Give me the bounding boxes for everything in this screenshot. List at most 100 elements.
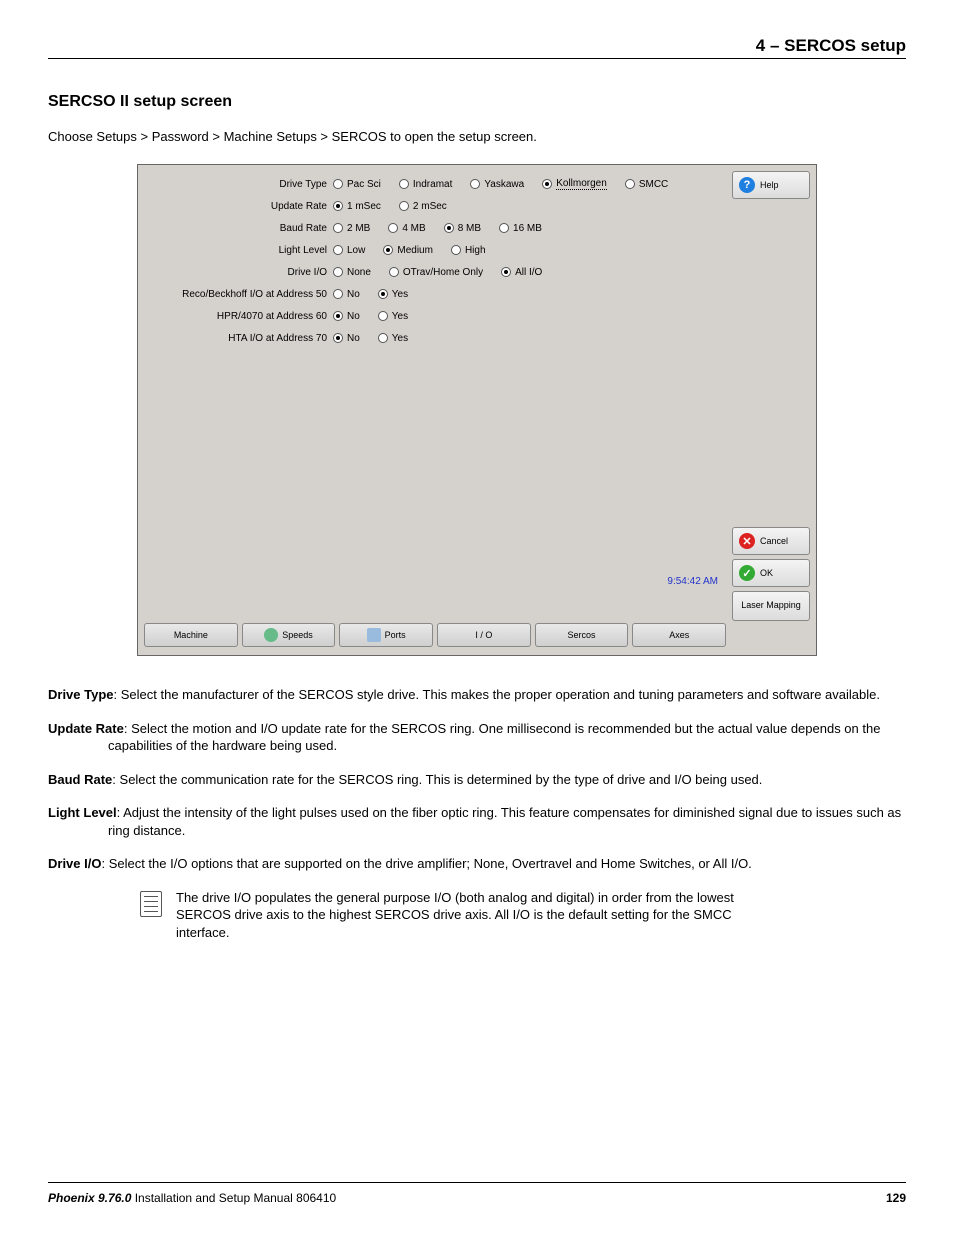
radio-label: OTrav/Home Only <box>403 267 483 278</box>
radio-label: Yaskawa <box>484 179 524 190</box>
note-block: The drive I/O populates the general purp… <box>140 889 760 942</box>
tab-bar: Machine Speeds Ports I / O Sercos Axes <box>144 623 726 647</box>
screenshot-panel: Drive TypePac SciIndramatYaskawaKollmorg… <box>137 164 817 656</box>
radio-option[interactable]: Kollmorgen <box>542 178 607 190</box>
radio-option[interactable]: High <box>451 245 486 256</box>
radio-icon <box>378 311 388 321</box>
radio-option[interactable]: 2 MB <box>333 223 370 234</box>
radio-label: All I/O <box>515 267 542 278</box>
radio-icon <box>378 289 388 299</box>
radio-option[interactable]: OTrav/Home Only <box>389 267 483 278</box>
radio-label: Yes <box>392 289 408 300</box>
tab-ports[interactable]: Ports <box>339 623 433 647</box>
tab-label: Ports <box>385 630 406 640</box>
gauge-icon <box>264 628 278 642</box>
setting-label: HTA I/O at Address 70 <box>148 333 333 344</box>
radio-icon <box>470 179 480 189</box>
definition: Update Rate: Select the motion and I/O u… <box>48 720 906 755</box>
radio-option[interactable]: No <box>333 333 360 344</box>
tab-label: Speeds <box>282 630 313 640</box>
radio-option[interactable]: None <box>333 267 371 278</box>
definition-term: Update Rate <box>48 721 124 736</box>
footer-left: Phoenix 9.76.0 Installation and Setup Ma… <box>48 1191 336 1205</box>
definition-term: Light Level <box>48 805 117 820</box>
radio-option[interactable]: Yes <box>378 289 408 300</box>
setting-label: HPR/4070 at Address 60 <box>148 311 333 322</box>
radio-icon <box>501 267 511 277</box>
radio-icon <box>542 179 552 189</box>
cancel-button[interactable]: ✕ Cancel <box>732 527 810 555</box>
radio-option[interactable]: SMCC <box>625 179 668 190</box>
radio-option[interactable]: 2 mSec <box>399 201 447 212</box>
radio-icon <box>378 333 388 343</box>
note-text: The drive I/O populates the general purp… <box>176 889 760 942</box>
radio-option[interactable]: Medium <box>383 245 433 256</box>
tab-io[interactable]: I / O <box>437 623 531 647</box>
radio-label: Yes <box>392 311 408 322</box>
radio-label: No <box>347 289 360 300</box>
radio-option[interactable]: 1 mSec <box>333 201 381 212</box>
clock: 9:54:42 AM <box>667 576 718 587</box>
radio-option[interactable]: No <box>333 311 360 322</box>
setting-label: Drive I/O <box>148 267 333 278</box>
radio-option[interactable]: 8 MB <box>444 223 481 234</box>
radio-label: 1 mSec <box>347 201 381 212</box>
ok-button[interactable]: ✓ OK <box>732 559 810 587</box>
radio-option[interactable]: Yaskawa <box>470 179 524 190</box>
cancel-label: Cancel <box>760 536 788 546</box>
tab-axes[interactable]: Axes <box>632 623 726 647</box>
radio-label: 8 MB <box>458 223 481 234</box>
footer-page: 129 <box>886 1191 906 1205</box>
page-header: 4 – SERCOS setup <box>48 36 906 59</box>
help-button[interactable]: ? Help <box>732 171 810 199</box>
radio-icon <box>333 311 343 321</box>
radio-label: 4 MB <box>402 223 425 234</box>
radio-label: High <box>465 245 486 256</box>
tab-label: Sercos <box>568 630 596 640</box>
radio-option[interactable]: 4 MB <box>388 223 425 234</box>
radio-option[interactable]: Low <box>333 245 365 256</box>
setting-row: Drive TypePac SciIndramatYaskawaKollmorg… <box>148 173 726 195</box>
definition-text: : Select the I/O options that are suppor… <box>101 856 751 871</box>
radio-icon <box>333 201 343 211</box>
setting-row: Light Level Low Medium High <box>148 239 726 261</box>
radio-label: No <box>347 333 360 344</box>
setting-row: Baud Rate2 MB4 MB8 MB16 MB <box>148 217 726 239</box>
radio-label: 2 MB <box>347 223 370 234</box>
radio-label: 2 mSec <box>413 201 447 212</box>
definition-term: Drive Type <box>48 687 114 702</box>
laser-mapping-button[interactable]: Laser Mapping <box>732 591 810 621</box>
radio-option[interactable]: No <box>333 289 360 300</box>
radio-icon <box>499 223 509 233</box>
definition-text: : Select the manufacturer of the SERCOS … <box>114 687 880 702</box>
radio-option[interactable]: Yes <box>378 333 408 344</box>
radio-option[interactable]: Indramat <box>399 179 452 190</box>
setting-row: Update Rate1 mSec2 mSec <box>148 195 726 217</box>
radio-option[interactable]: All I/O <box>501 267 542 278</box>
setting-label: Light Level <box>148 245 333 256</box>
setting-row: HTA I/O at Address 70 No Yes <box>148 327 726 349</box>
radio-icon <box>383 245 393 255</box>
radio-icon <box>333 179 343 189</box>
setting-row: HPR/4070 at Address 60No Yes <box>148 305 726 327</box>
radio-option[interactable]: Pac Sci <box>333 179 381 190</box>
radio-icon <box>625 179 635 189</box>
tab-sercos[interactable]: Sercos <box>535 623 629 647</box>
settings-form: Drive TypePac SciIndramatYaskawaKollmorg… <box>148 173 726 605</box>
tab-speeds[interactable]: Speeds <box>242 623 336 647</box>
definition-term: Baud Rate <box>48 772 112 787</box>
tab-label: I / O <box>475 630 492 640</box>
radio-icon <box>388 223 398 233</box>
radio-option[interactable]: 16 MB <box>499 223 542 234</box>
tab-machine[interactable]: Machine <box>144 623 238 647</box>
radio-icon <box>333 223 343 233</box>
radio-option[interactable]: Yes <box>378 311 408 322</box>
tab-label: Axes <box>669 630 689 640</box>
radio-icon <box>389 267 399 277</box>
section-intro: Choose Setups > Password > Machine Setup… <box>48 129 906 144</box>
chapter-title: 4 – SERCOS setup <box>756 36 906 55</box>
setting-label: Reco/Beckhoff I/O at Address 50 <box>148 289 333 300</box>
radio-label: Low <box>347 245 365 256</box>
ports-icon <box>367 628 381 642</box>
ok-icon: ✓ <box>739 565 755 581</box>
